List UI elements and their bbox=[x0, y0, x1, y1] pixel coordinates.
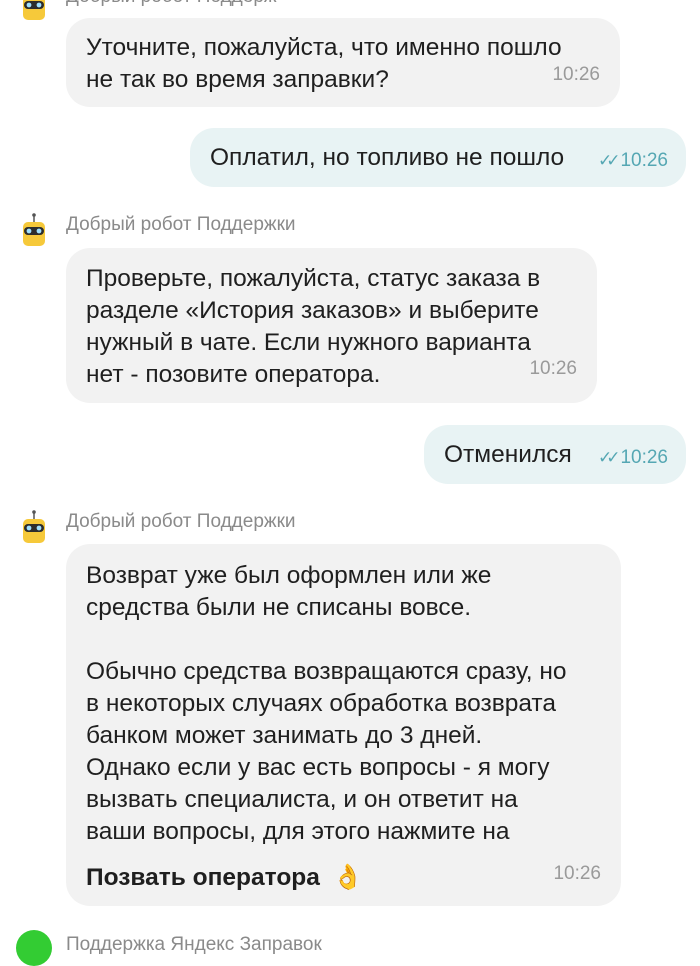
action-row: Позвать оператора 👌 bbox=[86, 862, 601, 894]
sender-name: Добрый робот Поддержки bbox=[66, 214, 296, 235]
ok-hand-icon: 👌 bbox=[332, 864, 364, 891]
read-check-icon: ✓✓ bbox=[597, 151, 620, 170]
sender-name: Добрый робот Поддержки bbox=[66, 511, 296, 532]
message-time: 10:26 bbox=[620, 447, 668, 468]
sender-name: Добрый робот Поддерж bbox=[66, 0, 277, 8]
message-text: Проверьте, пожалуйста, статус заказа в р… bbox=[86, 265, 541, 388]
message-time: 10:26 bbox=[529, 358, 577, 379]
read-check-icon: ✓✓ bbox=[597, 448, 620, 467]
message-time: 10:26 bbox=[553, 863, 601, 884]
sender-name: Поддержка Яндекс Заправок bbox=[66, 934, 322, 955]
message-time-wrapper: ✓✓ 10:26 bbox=[598, 145, 668, 177]
message-time-wrapper: ✓✓ 10:26 bbox=[598, 442, 668, 474]
incoming-message: Проверьте, пожалуйста, статус заказа в р… bbox=[66, 248, 597, 403]
support-avatar bbox=[16, 930, 52, 966]
message-text: Возврат уже был оформлен или же средства… bbox=[86, 562, 567, 845]
robot-avatar bbox=[14, 208, 54, 248]
message-time: 10:26 bbox=[620, 150, 668, 171]
message-text: Уточните, пожалуйста, что именно пошло н… bbox=[86, 34, 562, 93]
robot-avatar bbox=[14, 0, 54, 22]
outgoing-message: Оплатил, но топливо не пошло ✓✓ 10:26 bbox=[190, 128, 686, 187]
call-operator-link[interactable]: Позвать оператора bbox=[86, 864, 320, 891]
robot-avatar bbox=[14, 505, 54, 545]
incoming-message: Уточните, пожалуйста, что именно пошло н… bbox=[66, 18, 620, 107]
outgoing-message: Отменился ✓✓ 10:26 bbox=[424, 425, 686, 484]
message-time: 10:26 bbox=[552, 64, 600, 85]
incoming-message: Возврат уже был оформлен или же средства… bbox=[66, 544, 621, 906]
